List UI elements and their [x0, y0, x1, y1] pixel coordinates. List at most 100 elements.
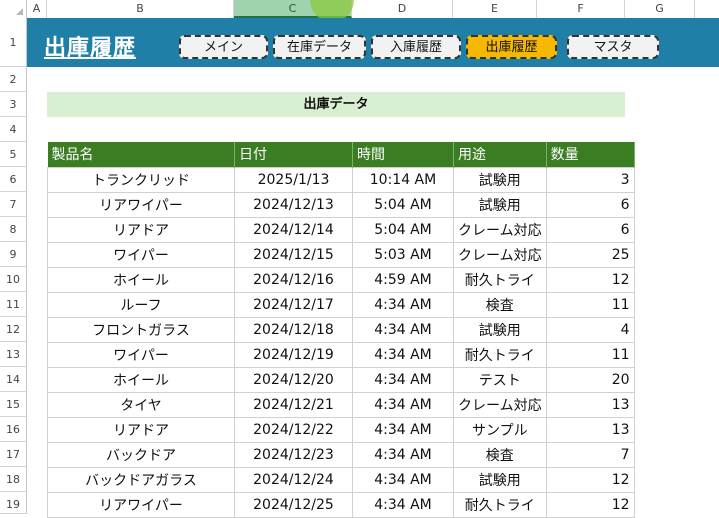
- cell-date[interactable]: 2025/1/13: [234, 166, 353, 193]
- row-header-8[interactable]: 8: [0, 217, 27, 242]
- nav-button-master[interactable]: マスタ: [567, 35, 659, 59]
- cell-product[interactable]: ホイール: [47, 266, 235, 293]
- row-header-9[interactable]: 9: [0, 242, 27, 267]
- cell-date[interactable]: 2024/12/18: [234, 316, 353, 343]
- cell-product[interactable]: リアワイパー: [47, 191, 235, 218]
- cell-date[interactable]: 2024/12/25: [234, 491, 353, 518]
- cell-purpose[interactable]: テスト: [453, 366, 547, 393]
- cell-time[interactable]: 5:04 AM: [352, 216, 454, 243]
- cell-quantity[interactable]: 20: [545, 366, 635, 393]
- cell-quantity[interactable]: 3: [545, 166, 635, 193]
- nav-button-receiving-history[interactable]: 入庫履歴: [371, 35, 461, 59]
- row-header-7[interactable]: 7: [0, 192, 27, 217]
- header-product-name[interactable]: 製品名: [47, 142, 235, 167]
- cell-quantity[interactable]: 12: [545, 466, 635, 493]
- cell-product[interactable]: タイヤ: [47, 391, 235, 418]
- cell-quantity[interactable]: 4: [545, 316, 635, 343]
- cell-date[interactable]: 2024/12/22: [234, 416, 353, 443]
- cell-time[interactable]: 4:34 AM: [352, 316, 454, 343]
- row-header-19[interactable]: 19: [0, 492, 27, 514]
- cell-time[interactable]: 10:14 AM: [352, 166, 454, 193]
- cell-product[interactable]: フロントガラス: [47, 316, 235, 343]
- cell-time[interactable]: 4:34 AM: [352, 466, 454, 493]
- row-header-14[interactable]: 14: [0, 367, 27, 392]
- cell-purpose[interactable]: クレーム対応: [453, 391, 547, 418]
- select-all-corner[interactable]: [0, 0, 27, 18]
- cell-date[interactable]: 2024/12/17: [234, 291, 353, 318]
- cell-time[interactable]: 5:04 AM: [352, 191, 454, 218]
- cell-date[interactable]: 2024/12/19: [234, 341, 353, 368]
- cell-time[interactable]: 4:34 AM: [352, 391, 454, 418]
- cell-time[interactable]: 4:34 AM: [352, 491, 454, 518]
- row-header-15[interactable]: 15: [0, 392, 27, 417]
- cell-purpose[interactable]: サンプル: [453, 416, 547, 443]
- column-header-d[interactable]: D: [352, 0, 453, 18]
- cell-date[interactable]: 2024/12/16: [234, 266, 353, 293]
- column-header-b[interactable]: B: [47, 0, 234, 18]
- cell-purpose[interactable]: 試験用: [453, 466, 547, 493]
- cell-purpose[interactable]: 検査: [453, 441, 547, 468]
- row-header-13[interactable]: 13: [0, 342, 27, 367]
- row-header-10[interactable]: 10: [0, 267, 27, 292]
- cell-product[interactable]: ホイール: [47, 366, 235, 393]
- header-purpose[interactable]: 用途: [453, 142, 547, 167]
- cell-date[interactable]: 2024/12/15: [234, 241, 353, 268]
- nav-button-main[interactable]: メイン: [179, 35, 268, 59]
- cell-time[interactable]: 4:34 AM: [352, 416, 454, 443]
- cell-product[interactable]: ルーフ: [47, 291, 235, 318]
- row-header-11[interactable]: 11: [0, 292, 27, 317]
- cell-product[interactable]: ワイパー: [47, 341, 235, 368]
- cell-quantity[interactable]: 12: [545, 491, 635, 518]
- cell-time[interactable]: 5:03 AM: [352, 241, 454, 268]
- cell-quantity[interactable]: 25: [545, 241, 635, 268]
- cell-time[interactable]: 4:59 AM: [352, 266, 454, 293]
- cell-product[interactable]: バックドアガラス: [47, 466, 235, 493]
- nav-button-inventory[interactable]: 在庫データ: [273, 35, 366, 59]
- cell-purpose[interactable]: 耐久トライ: [453, 491, 547, 518]
- cell-quantity[interactable]: 11: [545, 291, 635, 318]
- row-header-16[interactable]: 16: [0, 417, 27, 442]
- column-header-e[interactable]: E: [453, 0, 537, 18]
- cell-time[interactable]: 4:34 AM: [352, 366, 454, 393]
- cell-purpose[interactable]: 耐久トライ: [453, 266, 547, 293]
- cell-product[interactable]: リアワイパー: [47, 491, 235, 518]
- row-header-6[interactable]: 6: [0, 167, 27, 192]
- cell-quantity[interactable]: 6: [545, 216, 635, 243]
- cell-quantity[interactable]: 6: [545, 191, 635, 218]
- header-time[interactable]: 時間: [352, 142, 454, 167]
- cell-product[interactable]: ワイパー: [47, 241, 235, 268]
- cell-date[interactable]: 2024/12/21: [234, 391, 353, 418]
- cell-time[interactable]: 4:34 AM: [352, 341, 454, 368]
- cell-quantity[interactable]: 7: [545, 441, 635, 468]
- row-header-5[interactable]: 5: [0, 142, 27, 167]
- cell-purpose[interactable]: クレーム対応: [453, 241, 547, 268]
- cell-quantity[interactable]: 12: [545, 266, 635, 293]
- nav-button-shipping-history[interactable]: 出庫履歴: [466, 35, 557, 59]
- cell-time[interactable]: 4:34 AM: [352, 441, 454, 468]
- cell-purpose[interactable]: 耐久トライ: [453, 341, 547, 368]
- cell-quantity[interactable]: 13: [545, 416, 635, 443]
- cell-time[interactable]: 4:34 AM: [352, 291, 454, 318]
- row-header-12[interactable]: 12: [0, 317, 27, 342]
- row-header-3[interactable]: 3: [0, 92, 27, 117]
- cell-purpose[interactable]: 試験用: [453, 191, 547, 218]
- cell-product[interactable]: バックドア: [47, 441, 235, 468]
- cell-product[interactable]: リアドア: [47, 216, 235, 243]
- column-header-g[interactable]: G: [625, 0, 695, 18]
- cell-date[interactable]: 2024/12/13: [234, 191, 353, 218]
- row-header-4[interactable]: 4: [0, 117, 27, 142]
- cell-purpose[interactable]: 試験用: [453, 316, 547, 343]
- cell-date[interactable]: 2024/12/14: [234, 216, 353, 243]
- header-quantity[interactable]: 数量: [546, 142, 635, 167]
- cell-product[interactable]: トランクリッド: [47, 166, 235, 193]
- cell-date[interactable]: 2024/12/24: [234, 466, 353, 493]
- header-date[interactable]: 日付: [234, 142, 353, 167]
- row-header-18[interactable]: 18: [0, 467, 27, 492]
- cell-purpose[interactable]: 検査: [453, 291, 547, 318]
- row-header-1[interactable]: 1: [0, 18, 27, 67]
- column-header-a[interactable]: A: [27, 0, 47, 18]
- cell-date[interactable]: 2024/12/23: [234, 441, 353, 468]
- cell-purpose[interactable]: 試験用: [453, 166, 547, 193]
- cell-quantity[interactable]: 11: [545, 341, 635, 368]
- cell-quantity[interactable]: 13: [545, 391, 635, 418]
